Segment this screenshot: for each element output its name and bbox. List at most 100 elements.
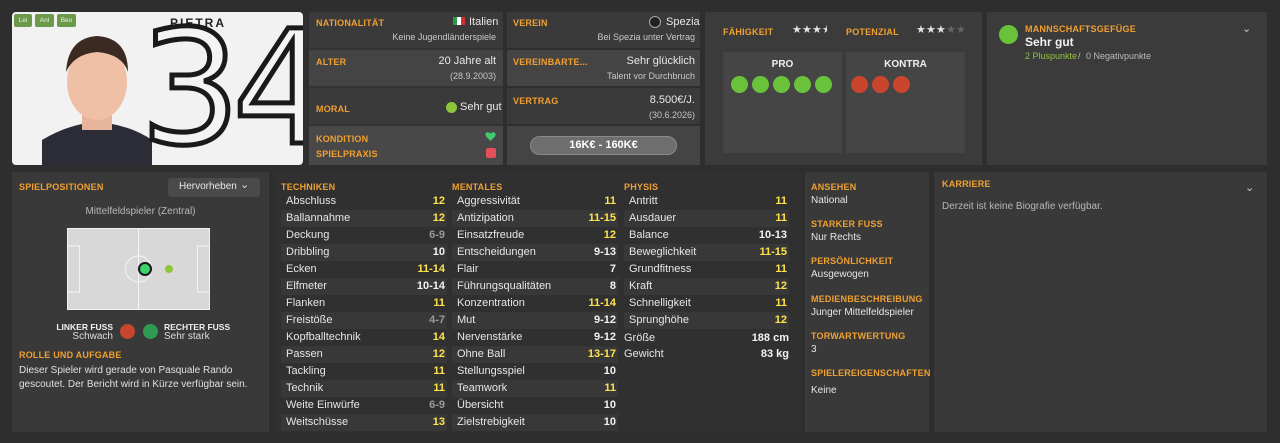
strong-foot-value: Nur Rechts <box>811 232 862 243</box>
pro-trait-5-icon[interactable] <box>815 76 832 93</box>
attribute-row[interactable]: Führungsqualitäten 8 <box>452 278 618 295</box>
media-value: Junger Mittelfeldspieler <box>811 307 914 318</box>
gk-rating-value: 3 <box>811 344 817 355</box>
attribute-value: 11 <box>433 297 445 309</box>
role-badge-1[interactable]: Lei <box>14 14 32 27</box>
club-label: VEREIN <box>513 18 548 28</box>
attribute-row[interactable]: Ballannahme 12 <box>281 210 447 227</box>
attribute-value: 11-15 <box>588 212 616 224</box>
attribute-row[interactable]: Ohne Ball 13-17 <box>452 346 618 363</box>
attribute-row[interactable]: Beweglichkeit 11-15 <box>624 244 789 261</box>
attribute-row[interactable]: Weite Einwürfe 6-9 <box>281 397 447 414</box>
height-label: Größe <box>624 332 656 344</box>
attribute-row[interactable]: Zielstrebigkeit 10 <box>452 414 618 431</box>
attribute-row[interactable]: Einsatzfreude 12 <box>452 227 618 244</box>
potential-label: POTENZIAL <box>846 27 899 37</box>
attribute-row[interactable]: Konzentration 11-14 <box>452 295 618 312</box>
physical-title: PHYSIS <box>624 182 659 192</box>
cohesion-chevron-icon[interactable]: ⌄ <box>1242 22 1251 35</box>
attribute-value: 11 <box>775 195 787 207</box>
appearance-label: ANSEHEN <box>811 182 857 192</box>
pro-trait-2-icon[interactable] <box>752 76 769 93</box>
agreed-value: Sehr glücklich <box>626 55 695 67</box>
attribute-row[interactable]: Aggressivität 11 <box>452 193 618 210</box>
attribute-name: Flanken <box>286 297 326 309</box>
attribute-row[interactable]: Mut 9-12 <box>452 312 618 329</box>
attribute-value: 12 <box>432 348 445 360</box>
italy-flag-icon <box>453 17 465 25</box>
attribute-value: 7 <box>609 263 616 275</box>
attribute-row[interactable]: Übersicht 10 <box>452 397 618 414</box>
career-title[interactable]: KARRIERE <box>942 179 991 189</box>
attribute-row[interactable]: Teamwork 11 <box>452 380 618 397</box>
cohesion-minus[interactable]: 0 Negativpunkte <box>1086 51 1151 61</box>
role-badge-2[interactable]: Anl <box>35 14 54 27</box>
attribute-value: 13-17 <box>587 348 616 360</box>
attribute-row[interactable]: Ecken 11-14 <box>281 261 447 278</box>
star-icon: ★ <box>802 24 812 36</box>
attribute-name: Aggressivität <box>457 195 520 207</box>
cohesion-plus[interactable]: 2 Pluspunkte <box>1025 51 1077 61</box>
attribute-row[interactable]: Ausdauer 11 <box>624 210 789 227</box>
attribute-row[interactable]: Technik 11 <box>281 380 447 397</box>
attribute-row[interactable]: Nervenstärke 9-12 <box>452 329 618 346</box>
nationality-value[interactable]: Italien <box>469 16 498 28</box>
attribute-name: Dribbling <box>286 246 330 258</box>
attribute-row[interactable]: Flair 7 <box>452 261 618 278</box>
attribute-row[interactable]: Freistöße 4-7 <box>281 312 447 329</box>
attribute-row[interactable]: Dribbling 10 <box>281 244 447 261</box>
attribute-row[interactable]: Weitschüsse 13 <box>281 414 447 431</box>
attribute-row[interactable]: Flanken 11 <box>281 295 447 312</box>
shirt-number: 34 <box>137 12 303 165</box>
attribute-name: Mut <box>457 314 476 326</box>
attribute-row[interactable]: Antritt 11 <box>624 193 789 210</box>
attribute-name: Elfmeter <box>286 280 327 292</box>
right-foot-value: Sehr stark <box>164 331 210 342</box>
role-title: ROLLE UND AUFGABE <box>19 350 122 360</box>
attribute-row[interactable]: Stellungsspiel 10 <box>452 363 618 380</box>
cohesion-title[interactable]: MANNSCHAFTSGEFÜGE <box>1025 24 1136 34</box>
contra-trait-3-icon[interactable] <box>893 76 910 93</box>
left-boot-icon <box>120 324 135 339</box>
attribute-row[interactable]: Entscheidungen 9-13 <box>452 244 618 261</box>
chevron-down-icon: ⌄ <box>240 179 250 191</box>
attribute-row[interactable]: Schnelligkeit 11 <box>624 295 789 312</box>
attribute-row[interactable]: Sprunghöhe 12 <box>624 312 789 329</box>
attribute-row[interactable]: Kraft 12 <box>624 278 789 295</box>
pro-trait-3-icon[interactable] <box>773 76 790 93</box>
attribute-name: Antritt <box>629 195 658 207</box>
attribute-name: Deckung <box>286 229 330 241</box>
pro-trait-4-icon[interactable] <box>794 76 811 93</box>
contra-trait-1-icon[interactable] <box>851 76 868 93</box>
attribute-name: Nervenstärke <box>457 331 523 343</box>
attribute-row[interactable]: Grundfitness 11 <box>624 261 789 278</box>
contract-note: Bei Spezia unter Vertrag <box>597 32 695 42</box>
match-sharpness-label: SPIELPRAXIS <box>316 149 378 159</box>
attribute-name: Weite Einwürfe <box>286 399 360 411</box>
career-chevron-icon[interactable]: ⌄ <box>1245 181 1254 194</box>
contra-trait-2-icon[interactable] <box>872 76 889 93</box>
attribute-row[interactable]: Elfmeter 10-14 <box>281 278 447 295</box>
attribute-row[interactable]: Kopfballtechnik 14 <box>281 329 447 346</box>
attribute-value: 11 <box>775 263 787 275</box>
attribute-name: Beweglichkeit <box>629 246 697 258</box>
attribute-row[interactable]: Deckung 6-9 <box>281 227 447 244</box>
attribute-row[interactable]: Abschluss 12 <box>281 193 447 210</box>
club-name[interactable]: Spezia <box>666 16 700 28</box>
attribute-name: Sprunghöhe <box>629 314 689 326</box>
attribute-name: Antizipation <box>457 212 514 224</box>
attribute-name: Teamwork <box>457 382 508 394</box>
player-card: PIETRA 34 <box>12 12 303 165</box>
attribute-row[interactable]: Passen 12 <box>281 346 447 363</box>
pro-trait-1-icon[interactable] <box>731 76 748 93</box>
attribute-value: 12 <box>774 280 787 292</box>
attribute-row[interactable]: Balance 10-13 <box>624 227 789 244</box>
attribute-row[interactable]: Antizipation 11-15 <box>452 210 618 227</box>
positions-title[interactable]: SPIELPOSITIONEN <box>19 182 104 192</box>
pitch-diagram <box>67 228 210 310</box>
attribute-row[interactable]: Tackling 11 <box>281 363 447 380</box>
role-badge-3[interactable]: Beo <box>57 14 76 27</box>
morale-value[interactable]: Sehr gut <box>460 101 502 113</box>
weight-value: 83 kg <box>760 348 789 360</box>
attribute-name: Ballannahme <box>286 212 351 224</box>
